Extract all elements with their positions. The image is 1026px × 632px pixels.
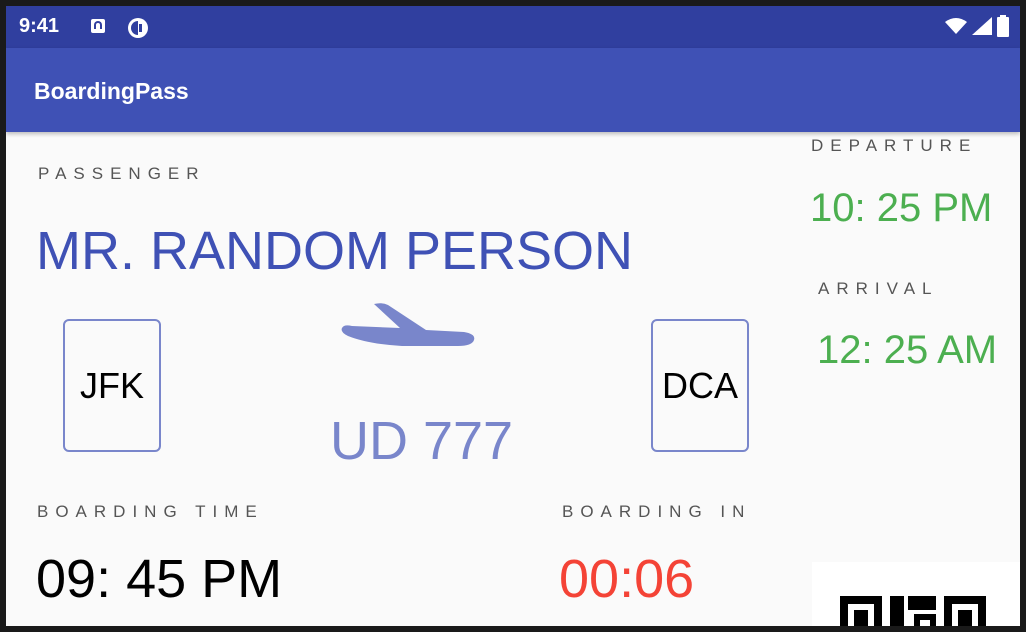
passenger-label: PASSENGER bbox=[38, 164, 206, 183]
qr-code-icon bbox=[840, 596, 986, 626]
origin-airport-box: JFK bbox=[63, 319, 161, 452]
arrival-time: 12: 25 AM bbox=[817, 328, 998, 372]
arrival-label: ARRIVAL bbox=[818, 279, 939, 298]
departure-time: 10: 25 PM bbox=[810, 186, 993, 230]
notification-a-icon bbox=[91, 19, 105, 33]
passenger-name: MR. RANDOM PERSON bbox=[36, 221, 634, 281]
boarding-countdown: 00:06 bbox=[559, 549, 695, 609]
status-bar: 9:41 bbox=[6, 6, 1020, 48]
battery-icon bbox=[997, 15, 1009, 37]
origin-airport-code: JFK bbox=[79, 364, 144, 406]
app-bar: BoardingPass bbox=[6, 48, 1020, 132]
signal-icon bbox=[971, 17, 992, 35]
notification-c-icon bbox=[128, 18, 148, 38]
boarding-time-value: 09: 45 PM bbox=[36, 549, 283, 609]
flight-number: UD 777 bbox=[330, 411, 514, 471]
app-title: BoardingPass bbox=[34, 78, 189, 104]
boarding-in-label: BOARDING IN bbox=[562, 502, 752, 521]
boarding-time-label: BOARDING TIME bbox=[37, 502, 264, 521]
departure-label: DEPARTURE bbox=[811, 136, 978, 155]
airplane-icon bbox=[341, 303, 475, 346]
destination-airport-code: DCA bbox=[661, 364, 738, 406]
destination-airport-box: DCA bbox=[651, 319, 749, 452]
status-right-icons bbox=[945, 15, 1010, 37]
status-time: 9:41 bbox=[19, 15, 60, 37]
qr-code-area bbox=[812, 562, 1020, 626]
boarding-pass-screen: 9:41 BoardingPass PASSENGER MR. RANDOM P… bbox=[6, 6, 1020, 626]
wifi-icon bbox=[945, 18, 968, 34]
